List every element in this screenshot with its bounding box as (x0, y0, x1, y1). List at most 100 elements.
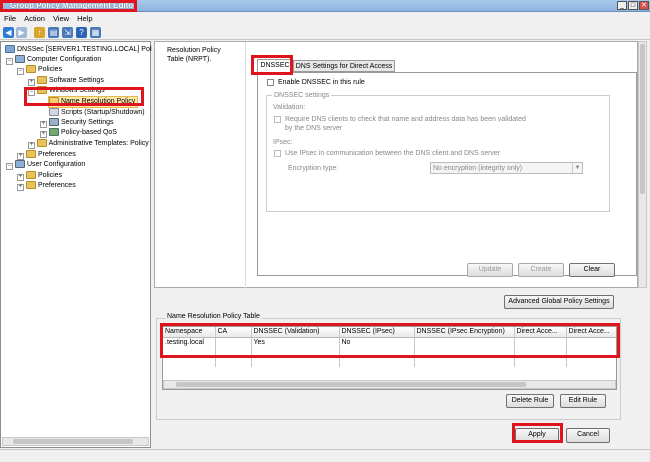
back-icon[interactable]: ◀ (3, 27, 14, 38)
window-title: Group Policy Management Editor (10, 1, 137, 10)
delete-rule-button[interactable]: Delete Rule (506, 394, 554, 408)
col-direct-access-1[interactable]: Direct Acce... (514, 327, 567, 338)
use-ipsec-checkbox[interactable] (274, 150, 281, 157)
menu-bar: File Action View Help (0, 13, 650, 25)
expand-icon[interactable]: + (28, 142, 35, 149)
col-dnssec-validation[interactable]: DNSSEC (Validation) (251, 327, 340, 338)
tree-pane[interactable]: DNSSec [SERVER1.TESTING.LOCAL] Policy − … (0, 41, 160, 448)
col-dnssec-ipsec-encryption[interactable]: DNSSEC (IPsec Encryption) (414, 327, 515, 338)
expand-icon[interactable]: + (17, 153, 24, 160)
rule-editor-panel: Resolution Policy Table (NRPT). DNSSEC D… (154, 41, 638, 288)
menu-help[interactable]: Help (73, 13, 96, 25)
tree-windows-settings[interactable]: Windows Settings (37, 86, 105, 96)
cell-ca (215, 337, 252, 347)
policy-icon (5, 45, 15, 54)
col-namespace[interactable]: Namespace (163, 327, 216, 338)
title-bar: Group Policy Management Editor _ □ ✕ (0, 0, 650, 12)
require-validation-checkbox[interactable] (274, 116, 281, 123)
cell-dnssec-ipsec: No (339, 337, 415, 347)
close-button[interactable]: ✕ (639, 1, 649, 10)
tree-administrative-templates[interactable]: Administrative Templates: Policy (37, 139, 149, 149)
folder-icon (26, 65, 36, 74)
update-button[interactable]: Update (467, 263, 513, 277)
tree-user-preferences[interactable]: Preferences (26, 181, 76, 191)
tree-policies[interactable]: Policies (26, 65, 62, 75)
cancel-button[interactable]: Cancel (566, 428, 610, 443)
col-dnssec-ipsec[interactable]: DNSSEC (IPsec) (339, 327, 415, 338)
encryption-type-label: Encryption type: (288, 165, 339, 172)
toolbar: ◀ ▶ ↑ ▤ ⇲ ? ▦ (0, 25, 650, 40)
ipsec-label: IPsec: (273, 139, 293, 146)
advanced-global-policy-settings-button[interactable]: Advanced Global Policy Settings (504, 295, 614, 309)
edit-rule-button[interactable]: Edit Rule (560, 394, 606, 408)
computer-icon (15, 55, 25, 64)
folder-icon (37, 86, 47, 95)
collapse-icon[interactable]: − (17, 68, 24, 75)
tree-computer-configuration[interactable]: Computer Configuration (15, 55, 101, 65)
properties-icon[interactable]: ▦ (90, 27, 101, 38)
folder-icon (26, 150, 36, 159)
tab-dnssec[interactable]: DNSSEC (257, 59, 293, 72)
table-horizontal-scrollbar[interactable] (163, 380, 616, 389)
export-icon[interactable]: ⇲ (62, 27, 73, 38)
nrpt-description: Resolution Policy Table (NRPT). (167, 47, 221, 63)
tree-horizontal-scrollbar[interactable] (2, 437, 149, 446)
dnssec-settings-title: DNSSEC settings (272, 91, 332, 100)
use-ipsec-label: Use IPsec in communication between the D… (285, 150, 501, 157)
tab-dns-direct-access[interactable]: DNS Settings for Direct Access (293, 60, 395, 72)
maximize-button[interactable]: □ (628, 1, 638, 10)
encryption-type-value: No encryption (integrity only) (433, 165, 523, 172)
folder-icon (37, 76, 47, 85)
tree-software-settings[interactable]: Software Settings (37, 76, 104, 86)
expand-icon[interactable]: + (40, 121, 47, 128)
minimize-button[interactable]: _ (617, 1, 627, 10)
apply-button[interactable]: Apply (515, 428, 559, 443)
chevron-down-icon: ▼ (572, 163, 582, 173)
create-button[interactable]: Create (518, 263, 564, 277)
show-hide-tree-icon[interactable]: ▤ (48, 27, 59, 38)
expand-icon[interactable]: + (28, 79, 35, 86)
expand-icon[interactable]: + (17, 184, 24, 191)
tree-root[interactable]: DNSSec [SERVER1.TESTING.LOCAL] Policy (5, 45, 160, 55)
cell-dnssec-validation: Yes (251, 337, 340, 347)
up-folder-icon[interactable]: ↑ (34, 27, 45, 38)
cell-direct-access-1 (514, 337, 567, 347)
collapse-icon[interactable]: − (6, 163, 13, 170)
expand-icon[interactable]: + (17, 174, 24, 181)
help-icon[interactable]: ? (76, 27, 87, 38)
clear-button[interactable]: Clear (569, 263, 615, 277)
collapse-icon[interactable]: − (6, 58, 13, 65)
folder-icon (26, 181, 36, 190)
tree-policy-based-qos[interactable]: Policy-based QoS (49, 128, 117, 138)
col-direct-access-2[interactable]: Direct Acce... (566, 327, 616, 338)
menu-file[interactable]: File (0, 13, 20, 25)
forward-icon[interactable]: ▶ (16, 27, 27, 38)
folder-icon (37, 139, 47, 148)
tree-security-settings[interactable]: Security Settings (49, 118, 113, 128)
enable-dnssec-checkbox[interactable] (267, 79, 274, 86)
tree-user-policies[interactable]: Policies (26, 171, 62, 181)
tree-scripts[interactable]: Scripts (Startup/Shutdown) (49, 108, 145, 118)
tree-name-resolution-policy[interactable]: Name Resolution Policy (47, 96, 139, 108)
menu-action[interactable]: Action (20, 13, 49, 25)
tree-user-configuration[interactable]: User Configuration (15, 160, 85, 170)
user-icon (15, 160, 25, 169)
encryption-type-select[interactable]: No encryption (integrity only) ▼ (430, 162, 583, 174)
main-vertical-scrollbar[interactable] (638, 41, 647, 288)
nrpt-table-title: Name Resolution Policy Table (165, 312, 262, 321)
table-row[interactable]: .testing.local Yes No (163, 337, 616, 347)
table-header-row: Namespace CA DNSSEC (Validation) DNSSEC … (163, 327, 616, 338)
cell-direct-access-2 (566, 337, 616, 347)
collapse-icon[interactable]: − (28, 89, 35, 96)
col-ca[interactable]: CA (215, 327, 252, 338)
tree-preferences[interactable]: Preferences (26, 150, 76, 160)
nrpt-table[interactable]: Namespace CA DNSSEC (Validation) DNSSEC … (162, 326, 617, 390)
status-bar (0, 449, 650, 462)
script-icon (49, 108, 59, 117)
menu-view[interactable]: View (49, 13, 73, 25)
expand-icon[interactable]: + (40, 131, 47, 138)
folder-icon (26, 171, 36, 180)
security-icon (49, 118, 59, 127)
main-pane: Resolution Policy Table (NRPT). DNSSEC D… (152, 41, 650, 448)
cell-namespace: .testing.local (163, 337, 216, 347)
